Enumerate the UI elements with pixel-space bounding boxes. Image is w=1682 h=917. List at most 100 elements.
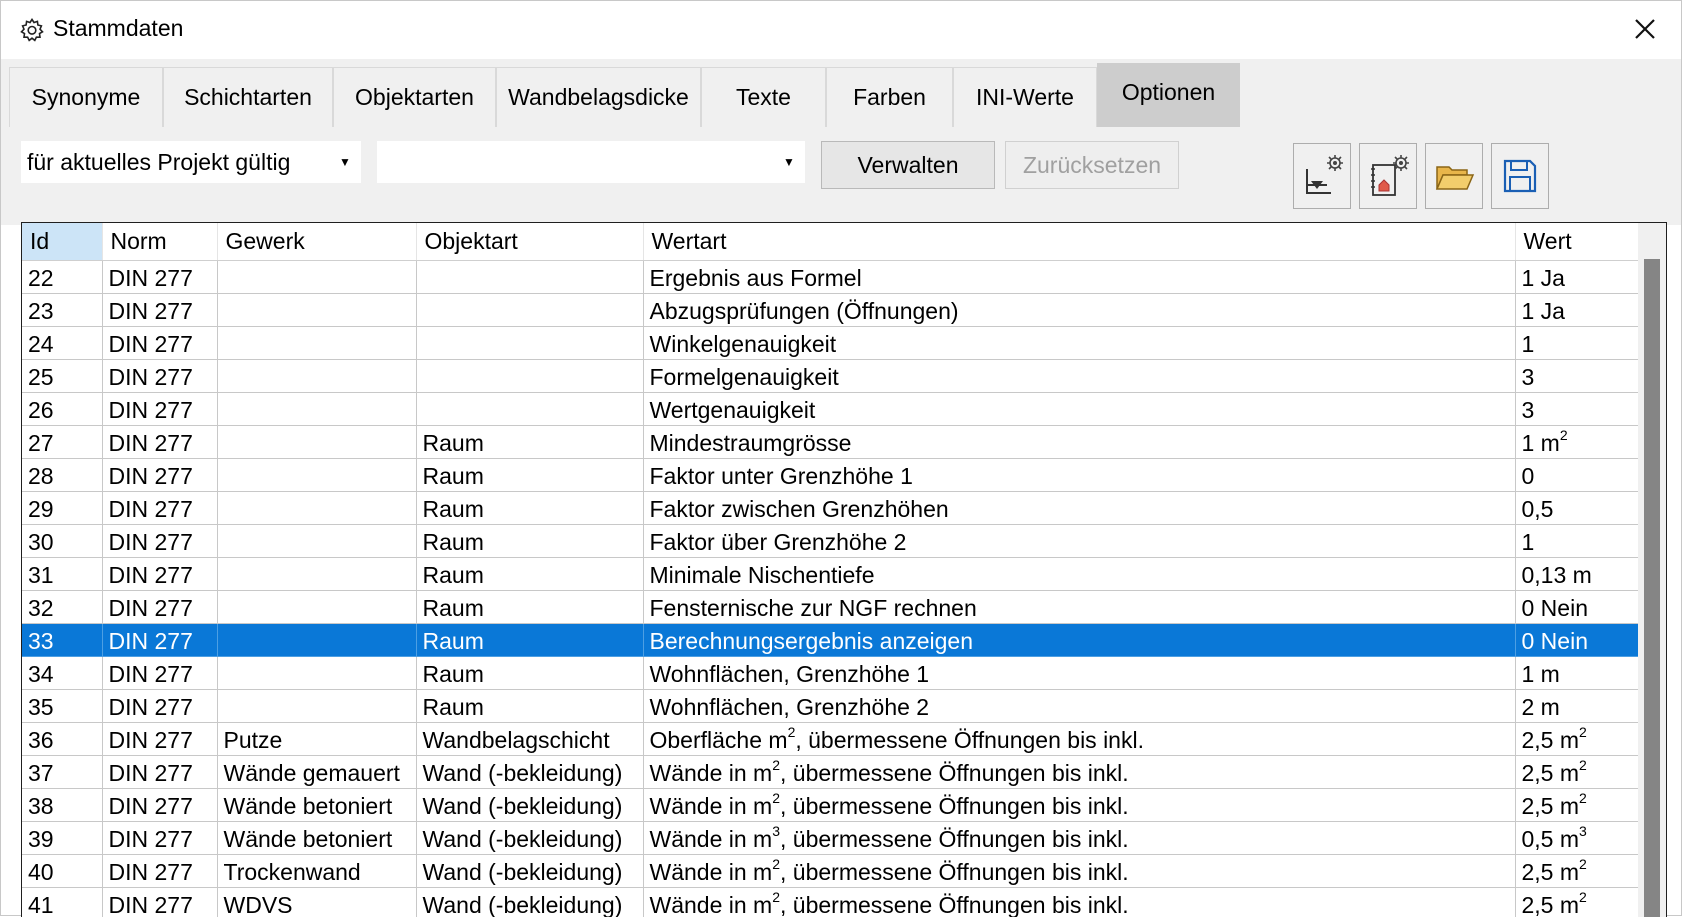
cell-objektart[interactable]: Wandbelagschicht: [416, 722, 644, 756]
cell-objektart[interactable]: Raum: [416, 590, 644, 624]
cell-id[interactable]: 27: [22, 425, 103, 459]
cell-objektart[interactable]: Raum: [416, 623, 644, 657]
cell-gewerk[interactable]: [217, 590, 417, 624]
cell-norm[interactable]: DIN 277: [102, 293, 218, 327]
cell-wertart[interactable]: Berechnungsergebnis anzeigen: [643, 623, 1516, 657]
cell-norm[interactable]: DIN 277: [102, 326, 218, 360]
table-row[interactable]: 33 DIN 277 Raum Berechnungsergebnis anzeige…: [22, 623, 1640, 657]
tab-farben[interactable]: Farben: [826, 67, 953, 127]
cell-id[interactable]: 40: [22, 854, 103, 888]
cell-norm[interactable]: DIN 277: [102, 854, 218, 888]
tab-texte[interactable]: Texte: [701, 67, 826, 127]
cell-norm[interactable]: DIN 277: [102, 425, 218, 459]
table-row[interactable]: 22 DIN 277 Ergebnis aus Formel 1 Ja: [22, 260, 1640, 294]
column-header-norm[interactable]: Norm: [102, 223, 218, 261]
building-settings-button[interactable]: [1359, 143, 1417, 209]
cell-wertart[interactable]: Faktor über Grenzhöhe 2: [643, 524, 1516, 558]
chart-settings-button[interactable]: [1293, 143, 1351, 209]
tab-schichtarten[interactable]: Schichtarten: [163, 67, 333, 127]
cell-gewerk[interactable]: WDVS: [217, 887, 417, 917]
cell-wert[interactable]: 3: [1515, 392, 1640, 426]
cell-id[interactable]: 35: [22, 689, 103, 723]
cell-id[interactable]: 23: [22, 293, 103, 327]
cell-wertart[interactable]: Formelgenauigkeit: [643, 359, 1516, 393]
cell-wertart[interactable]: Faktor unter Grenzhöhe 1: [643, 458, 1516, 492]
table-row[interactable]: 40 DIN 277 Trockenwand Wand (-bekleidung) Wä…: [22, 854, 1640, 888]
cell-gewerk[interactable]: Trockenwand: [217, 854, 417, 888]
secondary-select[interactable]: ▼: [377, 141, 805, 183]
column-header-wert[interactable]: Wert: [1515, 223, 1640, 261]
cell-norm[interactable]: DIN 277: [102, 491, 218, 525]
cell-wert[interactable]: 1: [1515, 524, 1640, 558]
cell-wert[interactable]: 0: [1515, 458, 1640, 492]
table-row[interactable]: 26 DIN 277 Wertgenauigkeit 3: [22, 392, 1640, 426]
cell-gewerk[interactable]: Wände betoniert: [217, 821, 417, 855]
cell-norm[interactable]: DIN 277: [102, 524, 218, 558]
open-folder-button[interactable]: [1425, 143, 1483, 209]
cell-gewerk[interactable]: [217, 293, 417, 327]
close-icon[interactable]: [1629, 13, 1661, 45]
tab-optionen[interactable]: Optionen: [1097, 63, 1240, 127]
cell-norm[interactable]: DIN 277: [102, 788, 218, 822]
cell-wertart[interactable]: Faktor zwischen Grenzhöhen: [643, 491, 1516, 525]
table-row[interactable]: 34 DIN 277 Raum Wohnflächen, Grenzhöhe 11 m: [22, 656, 1640, 690]
cell-wertart[interactable]: Wohnflächen, Grenzhöhe 2: [643, 689, 1516, 723]
cell-norm[interactable]: DIN 277: [102, 392, 218, 426]
cell-wertart[interactable]: Wände in m2, übermessene Öffnungen bis i…: [643, 788, 1516, 822]
cell-gewerk[interactable]: [217, 458, 417, 492]
column-header-gewerk[interactable]: Gewerk: [217, 223, 417, 261]
cell-gewerk[interactable]: [217, 689, 417, 723]
save-button[interactable]: [1491, 143, 1549, 209]
cell-wert[interactable]: 0,5 m3: [1515, 821, 1640, 855]
vertical-scrollbar[interactable]: [1638, 223, 1666, 917]
cell-wert[interactable]: 2,5 m2: [1515, 722, 1640, 756]
cell-objektart[interactable]: Wand (-bekleidung): [416, 854, 644, 888]
cell-norm[interactable]: DIN 277: [102, 359, 218, 393]
table-row[interactable]: 29 DIN 277 Raum Faktor zwischen Grenzhöhen 0…: [22, 491, 1640, 525]
cell-gewerk[interactable]: Wände betoniert: [217, 788, 417, 822]
cell-id[interactable]: 30: [22, 524, 103, 558]
scope-select[interactable]: für aktuelles Projekt gültig ▼: [21, 141, 361, 183]
cell-wert[interactable]: 1 Ja: [1515, 293, 1640, 327]
cell-norm[interactable]: DIN 277: [102, 590, 218, 624]
cell-wert[interactable]: 2,5 m2: [1515, 854, 1640, 888]
cell-id[interactable]: 41: [22, 887, 103, 917]
cell-id[interactable]: 38: [22, 788, 103, 822]
table-row[interactable]: 35 DIN 277 Raum Wohnflächen, Grenzhöhe 22 m: [22, 689, 1640, 723]
cell-objektart[interactable]: Raum: [416, 689, 644, 723]
cell-wertart[interactable]: Wände in m2, übermessene Öffnungen bis i…: [643, 854, 1516, 888]
cell-id[interactable]: 25: [22, 359, 103, 393]
cell-wert[interactable]: 2 m: [1515, 689, 1640, 723]
cell-norm[interactable]: DIN 277: [102, 887, 218, 917]
cell-id[interactable]: 34: [22, 656, 103, 690]
cell-gewerk[interactable]: [217, 557, 417, 591]
table-row[interactable]: 36 DIN 277 Putze Wandbelagschicht Oberfläche…: [22, 722, 1640, 756]
cell-gewerk[interactable]: [217, 656, 417, 690]
cell-gewerk[interactable]: [217, 491, 417, 525]
cell-wert[interactable]: 1 m2: [1515, 425, 1640, 459]
cell-wertart[interactable]: Winkelgenauigkeit: [643, 326, 1516, 360]
table-row[interactable]: 27 DIN 277 Raum Mindestraumgrösse 1 m2: [22, 425, 1640, 459]
column-header-objektart[interactable]: Objektart: [416, 223, 644, 261]
manage-button[interactable]: Verwalten: [821, 141, 995, 189]
cell-wert[interactable]: 2,5 m2: [1515, 755, 1640, 789]
cell-gewerk[interactable]: [217, 260, 417, 294]
table-row[interactable]: 38 DIN 277 Wände betoniert Wand (-bekleidun…: [22, 788, 1640, 822]
cell-id[interactable]: 32: [22, 590, 103, 624]
cell-wert[interactable]: 0 Nein: [1515, 623, 1640, 657]
cell-norm[interactable]: DIN 277: [102, 755, 218, 789]
column-header-wertart[interactable]: Wertart: [643, 223, 1516, 261]
cell-objektart[interactable]: Raum: [416, 524, 644, 558]
table-row[interactable]: 41 DIN 277 WDVS Wand (-bekleidung) Wände in …: [22, 887, 1640, 917]
table-row[interactable]: 37 DIN 277 Wände gemauert Wand (-bekleidung…: [22, 755, 1640, 789]
cell-wertart[interactable]: Wände in m2, übermessene Öffnungen bis i…: [643, 887, 1516, 917]
reset-button[interactable]: Zurücksetzen: [1005, 141, 1179, 189]
cell-norm[interactable]: DIN 277: [102, 656, 218, 690]
table-row[interactable]: 28 DIN 277 Raum Faktor unter Grenzhöhe 10: [22, 458, 1640, 492]
cell-id[interactable]: 31: [22, 557, 103, 591]
cell-norm[interactable]: DIN 277: [102, 689, 218, 723]
cell-wertart[interactable]: Oberfläche m2, übermessene Öffnungen bis…: [643, 722, 1516, 756]
cell-objektart[interactable]: Raum: [416, 656, 644, 690]
cell-objektart[interactable]: Wand (-bekleidung): [416, 887, 644, 917]
cell-objektart[interactable]: Raum: [416, 557, 644, 591]
